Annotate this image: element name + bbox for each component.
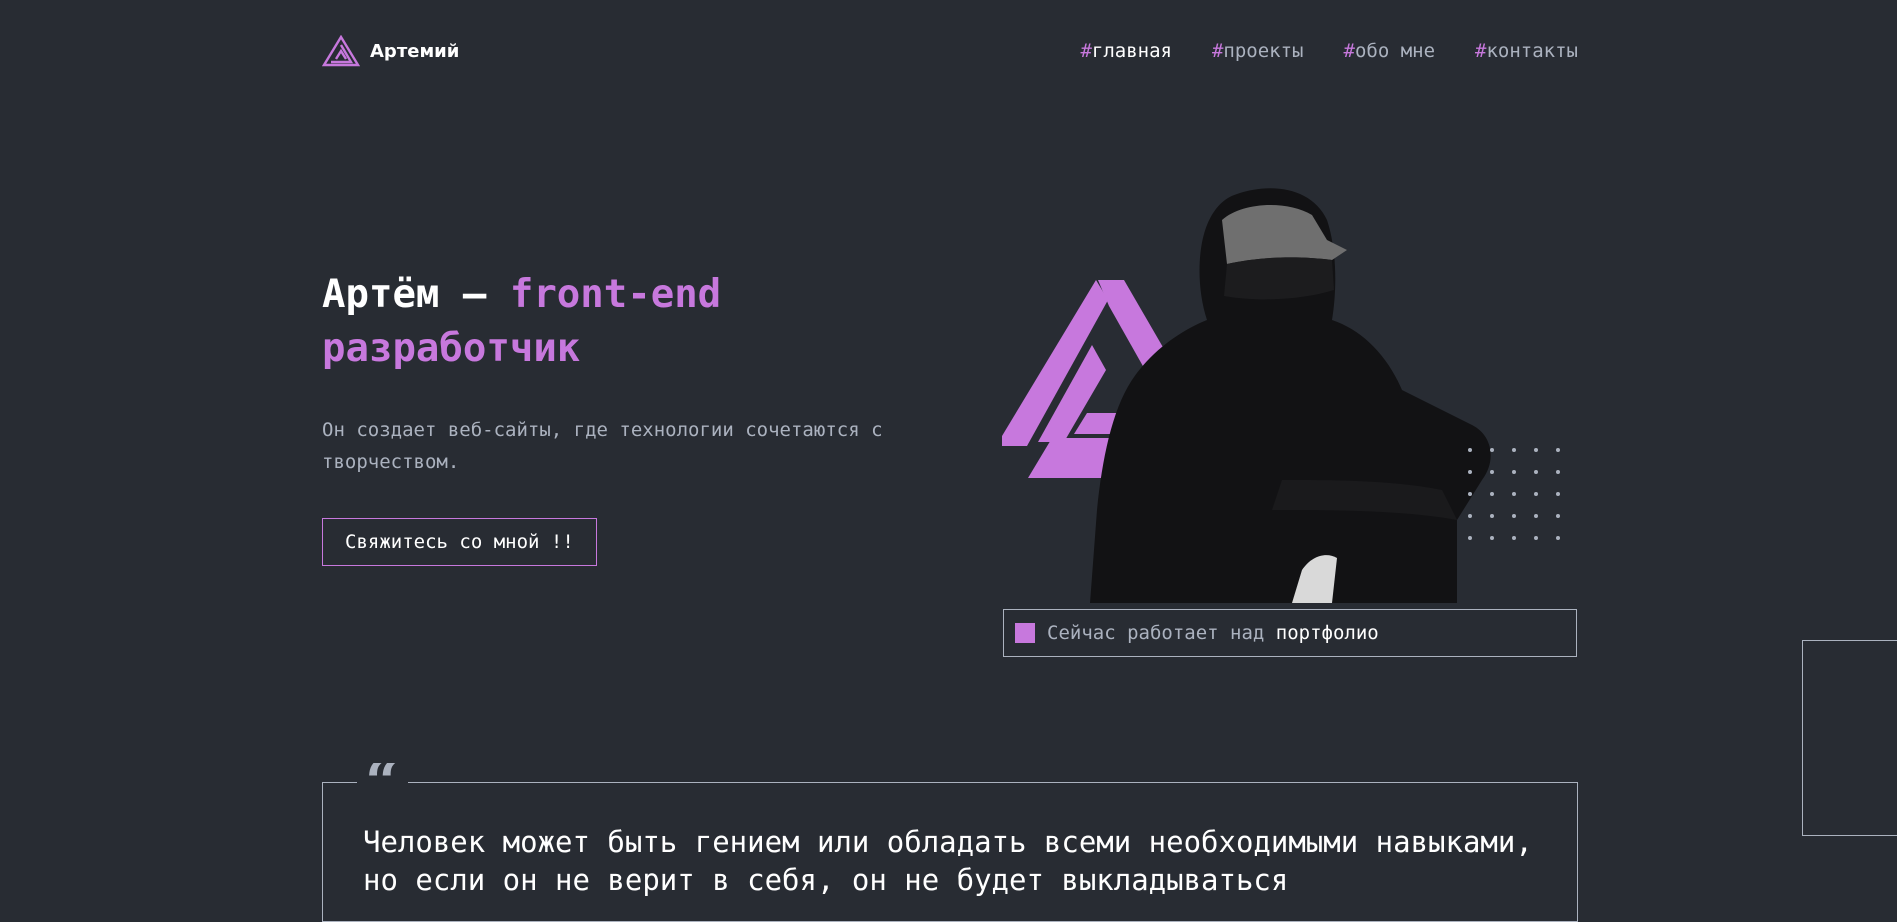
nav-hash: #	[1211, 40, 1224, 62]
contact-me-button[interactable]: Свяжитесь со мной !!	[322, 518, 597, 566]
status-label: Сейчас работает над портфолио	[1047, 622, 1379, 644]
nav-item-projects[interactable]: #проекты	[1212, 40, 1304, 62]
hero-title-name: Артём —	[322, 272, 510, 317]
hero-title: Артём — front-end разработчик	[322, 268, 882, 376]
nav-label: обо мне	[1354, 40, 1436, 62]
person-silhouette	[1090, 188, 1491, 603]
nav-item-about[interactable]: #обо мне	[1344, 40, 1436, 62]
nav-item-home[interactable]: #главная	[1080, 40, 1172, 62]
hero-image	[1002, 180, 1578, 603]
nav-hash: #	[1080, 40, 1092, 62]
status-prefix: Сейчас работает над	[1047, 622, 1276, 644]
hero-description: Он создает веб-сайты, где технологии соч…	[322, 419, 883, 473]
quote-block: “ Человек может быть гением или обладать…	[322, 763, 1578, 922]
decorative-rectangle	[1802, 640, 1897, 836]
nav-hash: #	[1475, 40, 1487, 62]
nav-label: главная	[1091, 40, 1172, 62]
main-nav: #главная #проекты #обо мне #контакты	[1080, 40, 1578, 62]
logo[interactable]: Артемий	[322, 35, 459, 67]
quote-text: Человек может быть гением или обладать в…	[363, 825, 1533, 897]
nav-label: проекты	[1223, 40, 1304, 62]
nav-hash: #	[1343, 40, 1355, 62]
current-work-status: Сейчас работает над портфолио	[1003, 609, 1577, 657]
site-name: Артемий	[370, 40, 460, 62]
nav-label: контакты	[1486, 40, 1578, 62]
nav-item-contacts[interactable]: #контакты	[1475, 40, 1578, 62]
quote-mark-icon: “	[357, 763, 408, 797]
status-square-icon	[1015, 623, 1035, 643]
site-header: Артемий #главная #проекты #обо мне #конт…	[322, 34, 1578, 68]
status-project: портфолио	[1275, 622, 1379, 644]
triangle-logo-icon	[322, 35, 360, 67]
hero-illustration	[1002, 188, 1560, 603]
